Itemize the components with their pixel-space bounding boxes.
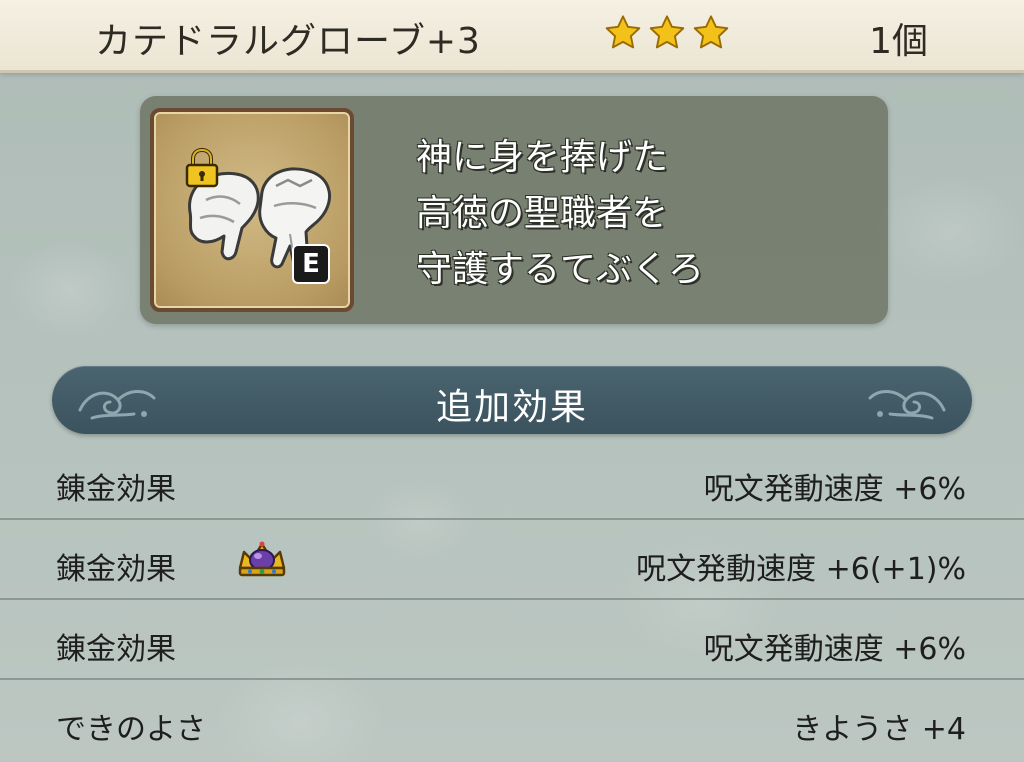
equipped-badge: E bbox=[292, 244, 330, 284]
section-title: 追加効果 bbox=[435, 387, 588, 428]
effect-row: 錬金効果 呪文発動速度 +6% bbox=[0, 440, 1024, 520]
effect-value: 呪文発動速度 +6(+1)% bbox=[636, 552, 966, 587]
description-line: 神に身を捧げた bbox=[416, 137, 669, 178]
item-quantity: 1個 bbox=[869, 21, 928, 62]
effect-value: 呪文発動速度 +6% bbox=[703, 632, 966, 667]
star-icon bbox=[648, 14, 686, 52]
star-icon bbox=[604, 14, 642, 52]
effect-row: できのよさ きようさ +4 bbox=[0, 680, 1024, 760]
effect-value: 呪文発動速度 +6% bbox=[703, 472, 966, 507]
effect-label: 錬金効果 bbox=[56, 552, 176, 587]
effects-list: 錬金効果 呪文発動速度 +6% 錬金効果 呪文発動速度 +6(+1)% 錬金効果… bbox=[0, 440, 1024, 760]
effect-label: できのよさ bbox=[56, 712, 206, 747]
lock-icon bbox=[185, 148, 219, 188]
item-description: 神に身を捧げた 高徳の聖職者を 守護するてぶくろ bbox=[416, 130, 704, 298]
section-banner: 追加効果 bbox=[52, 366, 972, 434]
ornament-icon bbox=[868, 390, 946, 420]
effect-label: 錬金効果 bbox=[56, 472, 176, 507]
description-line: 守護するてぶくろ bbox=[416, 249, 705, 290]
effect-row: 錬金効果 呪文発動速度 +6(+1)% bbox=[0, 520, 1024, 600]
description-line: 高徳の聖職者を bbox=[416, 193, 669, 234]
star-rating bbox=[604, 14, 730, 52]
item-name: カテドラルグローブ+3 bbox=[95, 21, 481, 62]
item-header: カテドラルグローブ+3 1個 bbox=[0, 0, 1024, 73]
effect-label: 錬金効果 bbox=[56, 632, 176, 667]
star-icon bbox=[692, 14, 730, 52]
effect-value: きようさ +4 bbox=[792, 712, 966, 747]
item-icon-frame[interactable]: E bbox=[150, 108, 354, 312]
effect-row: 錬金効果 呪文発動速度 +6% bbox=[0, 600, 1024, 680]
item-detail-panel: E 神に身を捧げた 高徳の聖職者を 守護するてぶくろ bbox=[140, 96, 888, 324]
crown-icon bbox=[238, 541, 286, 577]
